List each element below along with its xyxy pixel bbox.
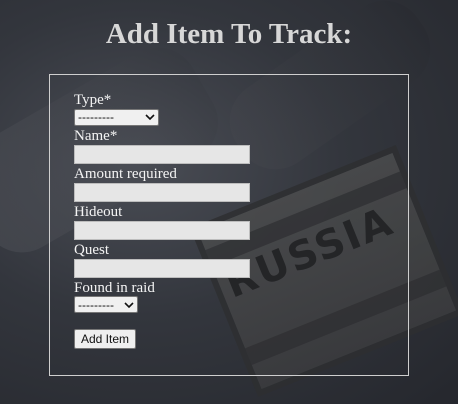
found-in-raid-label: Found in raid: [74, 279, 155, 296]
add-item-form: Type* --------- Name* Amount required Hi…: [49, 74, 409, 376]
type-select-value: ---------: [78, 110, 114, 124]
found-in-raid-select-value: ---------: [78, 297, 114, 312]
chevron-down-icon: [145, 114, 155, 121]
quest-input[interactable]: [74, 258, 250, 278]
found-in-raid-select[interactable]: ---------: [74, 296, 138, 313]
hideout-input[interactable]: [74, 220, 250, 240]
amount-label: Amount required: [74, 165, 177, 182]
amount-input[interactable]: [74, 182, 250, 202]
quest-label: Quest: [74, 241, 109, 258]
page-title: Add Item To Track:: [105, 18, 353, 50]
add-item-button[interactable]: Add Item: [74, 329, 137, 349]
chevron-down-icon: [124, 301, 134, 308]
name-label: Name*: [74, 127, 118, 144]
type-select[interactable]: ---------: [74, 108, 159, 126]
hideout-label: Hideout: [74, 203, 123, 220]
name-input[interactable]: [74, 144, 250, 164]
type-label: Type*: [74, 92, 112, 108]
